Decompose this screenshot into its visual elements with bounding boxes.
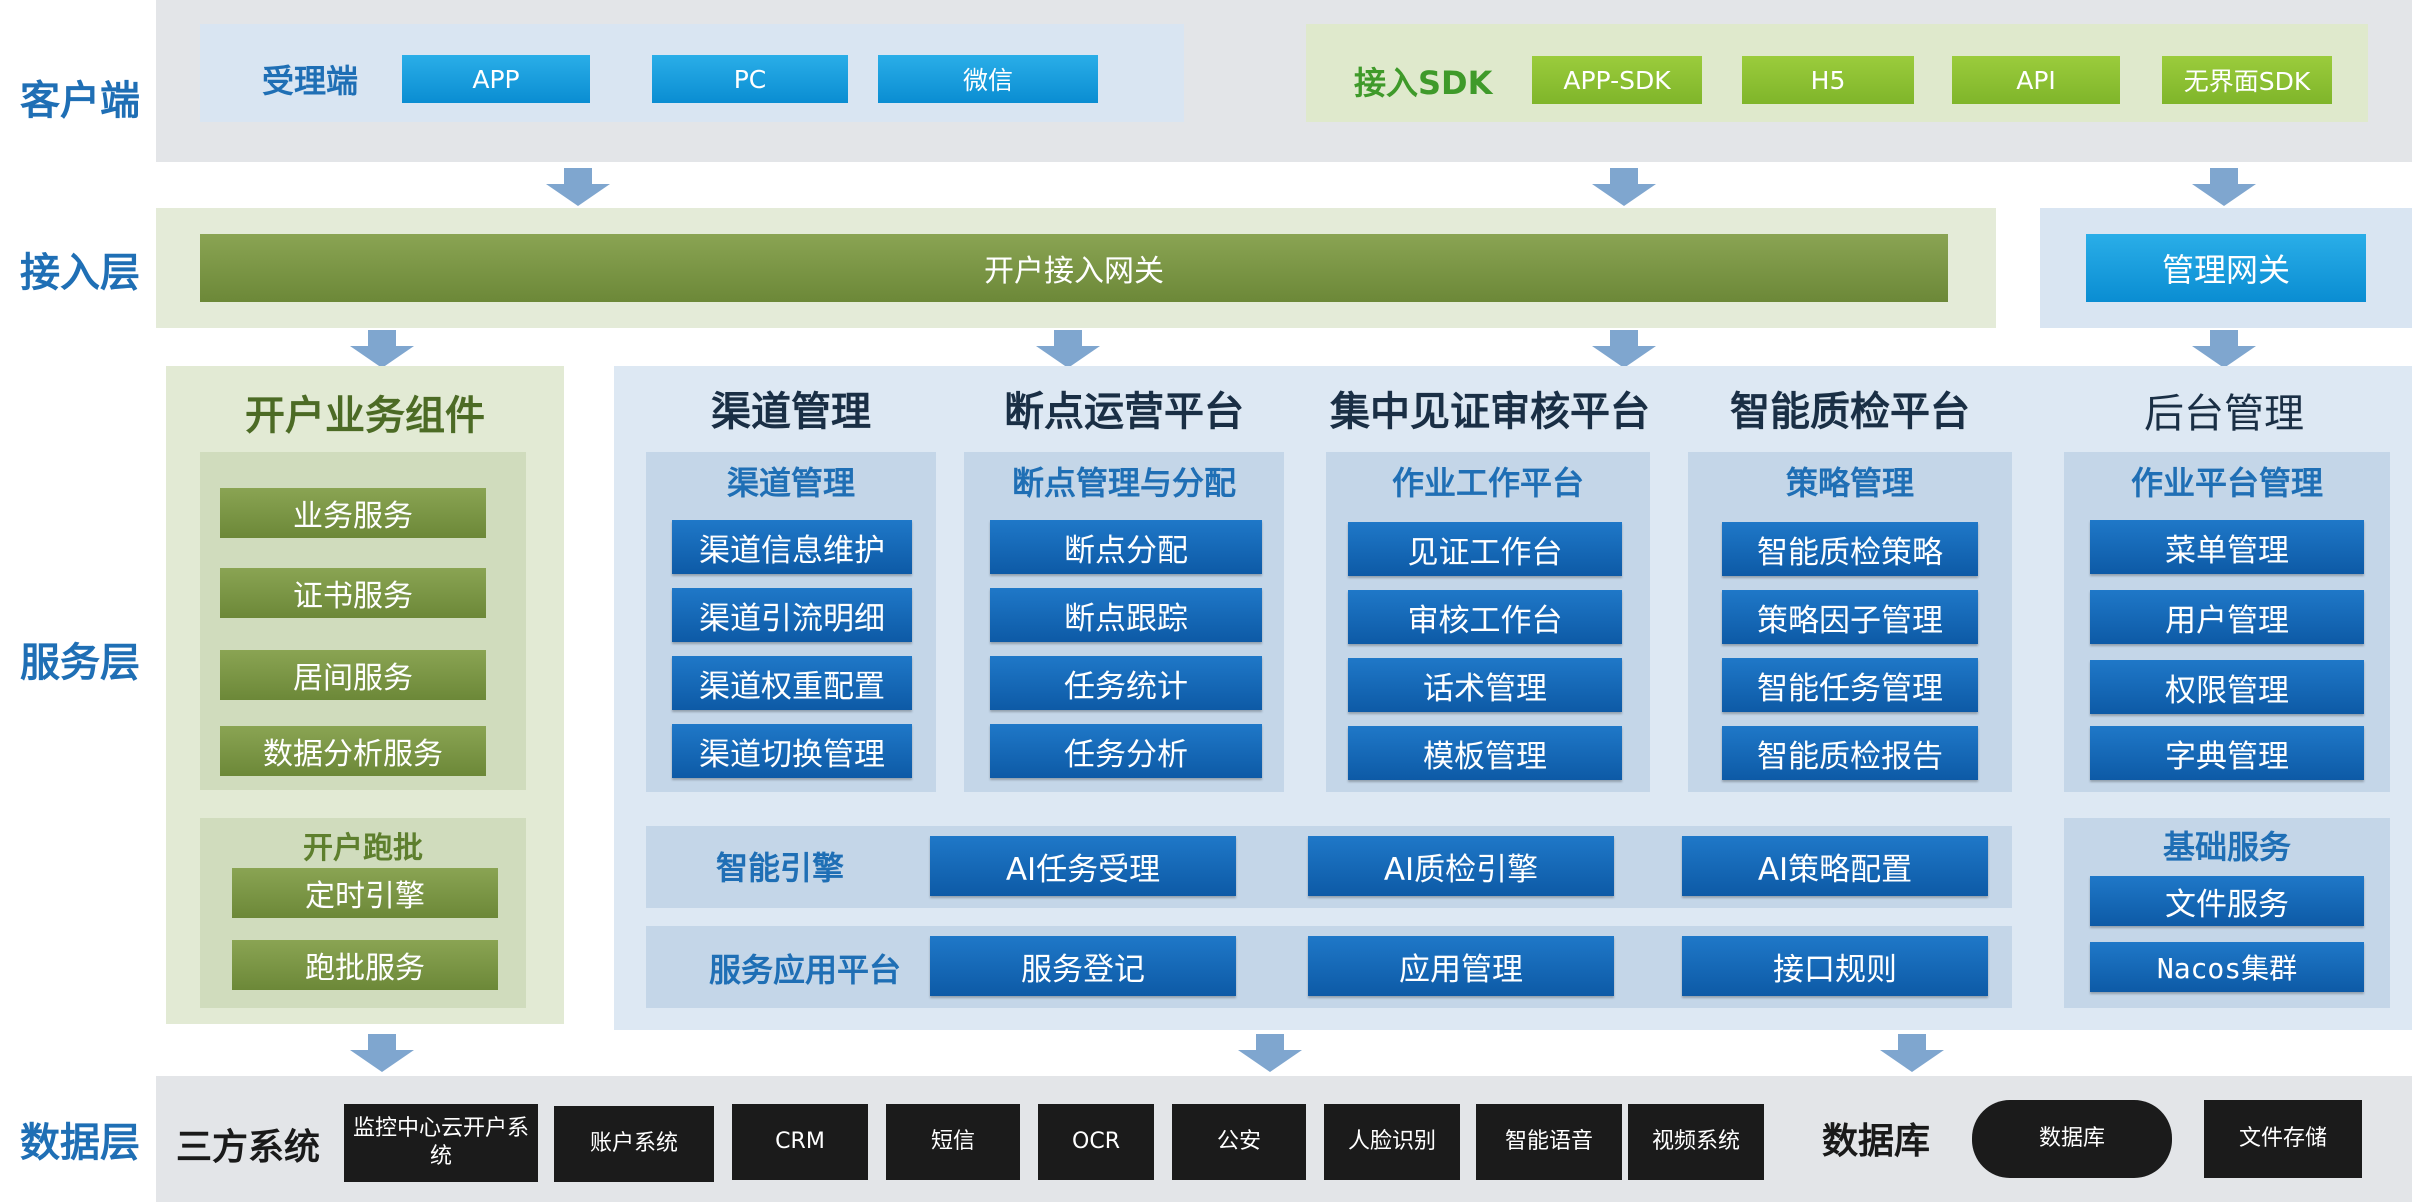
review-workbench[interactable]: 审核工作台 <box>1348 590 1622 644</box>
sdk-label: 接入SDK <box>1354 64 1493 102</box>
service-registration[interactable]: 服务登记 <box>930 936 1236 996</box>
interface-rules[interactable]: 接口规则 <box>1682 936 1988 996</box>
user-management[interactable]: 用户管理 <box>2090 590 2364 644</box>
quality-sub-title: 策略管理 <box>1785 464 1914 502</box>
acceptance-label: 受理端 <box>262 62 359 100</box>
third-party-sms[interactable]: 短信 <box>886 1104 1020 1180</box>
channel-info-maintenance[interactable]: 渠道信息维护 <box>672 520 912 574</box>
database-label: 数据库 <box>1822 1121 1931 1162</box>
col-title-breakpoint: 断点运营平台 <box>1004 389 1244 435</box>
third-party-ocr[interactable]: OCR <box>1038 1104 1154 1180</box>
third-party-face-recognition[interactable]: 人脸识别 <box>1324 1104 1460 1180</box>
channel-switch-mgmt[interactable]: 渠道切换管理 <box>672 724 912 778</box>
file-storage[interactable]: 文件存储 <box>2204 1100 2362 1178</box>
col-title-witness: 集中见证审核平台 <box>1330 389 1650 435</box>
batch-service[interactable]: 跑批服务 <box>232 940 498 990</box>
permission-management[interactable]: 权限管理 <box>2090 660 2364 714</box>
witness-sub-title: 作业工作平台 <box>1391 464 1584 502</box>
app-sdk-button[interactable]: APP-SDK <box>1532 56 1702 104</box>
account-gateway[interactable]: 开户接入网关 <box>200 234 1948 302</box>
ui-less-sdk-button[interactable]: 无界面SDK <box>2162 56 2332 104</box>
third-party-crm[interactable]: CRM <box>732 1104 868 1180</box>
mgmt-gateway[interactable]: 管理网关 <box>2086 234 2366 302</box>
channel-traffic-detail[interactable]: 渠道引流明细 <box>672 588 912 642</box>
third-party-police[interactable]: 公安 <box>1172 1104 1306 1180</box>
col-title-quality: 智能质检平台 <box>1730 389 1970 435</box>
database[interactable]: 数据库 <box>1972 1100 2172 1178</box>
witness-workbench[interactable]: 见证工作台 <box>1348 522 1622 576</box>
channel-weight-config[interactable]: 渠道权重配置 <box>672 656 912 710</box>
col-title-channel: 渠道管理 <box>711 389 871 435</box>
layer-label-client: 客户端 <box>20 78 140 124</box>
layer-label-data: 数据层 <box>20 1120 140 1166</box>
file-service[interactable]: 文件服务 <box>2090 876 2364 926</box>
nacos-cluster[interactable]: Nacos集群 <box>2090 942 2364 992</box>
ai-quality-engine[interactable]: AI质检引擎 <box>1308 836 1614 896</box>
pc-button[interactable]: PC <box>652 55 848 103</box>
dictionary-management[interactable]: 字典管理 <box>2090 726 2364 780</box>
third-party-monitor-system[interactable]: 监控中心云开户系统 <box>344 1104 538 1182</box>
api-button[interactable]: API <box>1952 56 2120 104</box>
ai-task-accept[interactable]: AI任务受理 <box>930 836 1236 896</box>
layer-label-access: 接入层 <box>20 250 140 296</box>
timer-engine[interactable]: 定时引擎 <box>232 868 498 918</box>
ai-quality-report[interactable]: 智能质检报告 <box>1722 726 1978 780</box>
breakpoint-allocation[interactable]: 断点分配 <box>990 520 1262 574</box>
breakpoint-tracking[interactable]: 断点跟踪 <box>990 588 1262 642</box>
third-party-label: 三方系统 <box>176 1127 321 1168</box>
strategy-factor-mgmt[interactable]: 策略因子管理 <box>1722 590 1978 644</box>
third-party-account-system[interactable]: 账户系统 <box>554 1106 714 1182</box>
backend-sub-title: 作业平台管理 <box>2130 464 2323 502</box>
certificate-service[interactable]: 证书服务 <box>220 568 486 618</box>
third-party-smart-voice[interactable]: 智能语音 <box>1476 1104 1622 1180</box>
wechat-button[interactable]: 微信 <box>878 55 1098 103</box>
task-analysis[interactable]: 任务分析 <box>990 724 1262 778</box>
account-components-title: 开户业务组件 <box>245 393 485 439</box>
ai-strategy-config[interactable]: AI策略配置 <box>1682 836 1988 896</box>
data-analysis-service[interactable]: 数据分析服务 <box>220 726 486 776</box>
script-management[interactable]: 话术管理 <box>1348 658 1622 712</box>
batch-title: 开户跑批 <box>303 831 423 866</box>
col-title-backend: 后台管理 <box>2144 391 2304 437</box>
basic-service-title: 基础服务 <box>2162 828 2291 866</box>
app-button[interactable]: APP <box>402 55 590 103</box>
layer-label-service: 服务层 <box>20 640 140 686</box>
application-management[interactable]: 应用管理 <box>1308 936 1614 996</box>
task-statistics[interactable]: 任务统计 <box>990 656 1262 710</box>
third-party-video-system[interactable]: 视频系统 <box>1628 1104 1764 1180</box>
h5-button[interactable]: H5 <box>1742 56 1914 104</box>
ai-quality-strategy[interactable]: 智能质检策略 <box>1722 522 1978 576</box>
ai-engine-label: 智能引擎 <box>715 849 844 887</box>
ai-task-mgmt[interactable]: 智能任务管理 <box>1722 658 1978 712</box>
menu-management[interactable]: 菜单管理 <box>2090 520 2364 574</box>
channel-sub-title: 渠道管理 <box>726 464 855 502</box>
app-platform-label: 服务应用平台 <box>708 951 901 989</box>
template-management[interactable]: 模板管理 <box>1348 726 1622 780</box>
intermediary-service[interactable]: 居间服务 <box>220 650 486 700</box>
business-service[interactable]: 业务服务 <box>220 488 486 538</box>
breakpoint-sub-title: 断点管理与分配 <box>1011 464 1236 502</box>
